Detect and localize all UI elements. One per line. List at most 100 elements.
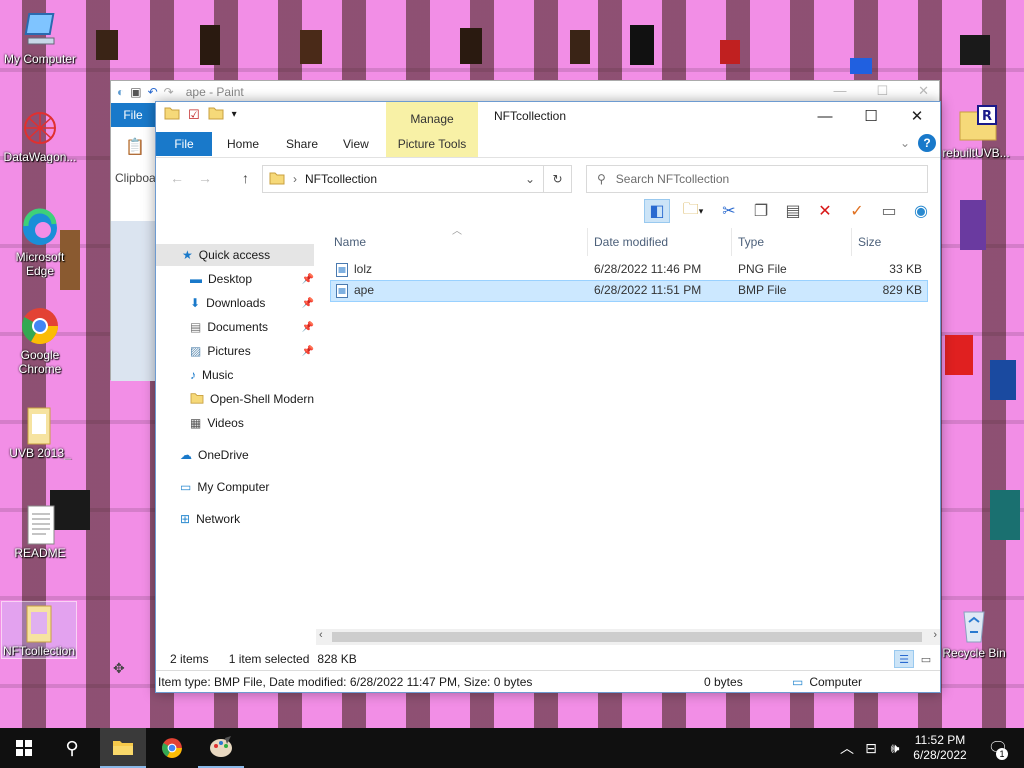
address-dropdown-icon[interactable]: ⌄ — [525, 172, 535, 186]
tab-file[interactable]: File — [156, 132, 212, 156]
help-icon[interactable]: ? — [918, 134, 936, 152]
network-tray-button[interactable]: ⊟ — [860, 728, 882, 768]
pin-icon[interactable]: 📌 — [302, 346, 314, 357]
taskbar-chrome[interactable] — [150, 728, 194, 768]
maximize-button[interactable]: ☐ — [848, 102, 894, 130]
breadcrumb-chevron-icon[interactable]: › — [293, 172, 297, 186]
file-row-lolz[interactable]: lolz 6/28/2022 11:46 PM PNG File 33 KB — [330, 259, 928, 281]
notifications-button[interactable]: 🗨 1 — [978, 728, 1018, 768]
search-button[interactable]: ⚲ — [50, 728, 94, 768]
chevron-up-icon: ︿ — [840, 740, 854, 756]
desktop-icon-datawagon[interactable]: DataWagon... — [0, 108, 80, 164]
close-button[interactable]: ✕ — [894, 102, 940, 130]
minimize-icon[interactable]: — — [833, 83, 846, 99]
file-row-ape[interactable]: ape 6/28/2022 11:51 PM BMP File 829 KB — [330, 280, 928, 302]
desktop-icon-rebuiltuvb[interactable]: R rebuiltUVB... — [936, 104, 1016, 160]
column-header-size[interactable]: Size — [852, 228, 932, 256]
up-arrow-icon[interactable]: ↑ — [242, 170, 249, 186]
scrollbar-thumb[interactable] — [332, 632, 922, 642]
nav-item-quick-access[interactable]: ★ Quick access — [156, 244, 314, 266]
breadcrumb-current[interactable]: NFTcollection — [305, 172, 377, 186]
large-icons-view-icon[interactable]: ▭ — [916, 650, 936, 668]
properties-button[interactable]: ▭ — [876, 199, 902, 223]
redo-icon[interactable]: ↷ — [164, 85, 174, 99]
clock[interactable]: 11:52 PM 6/28/2022 — [908, 728, 972, 768]
pin-icon[interactable]: 📌 — [302, 322, 314, 333]
search-box[interactable]: ⚲ Search NFTcollection — [586, 165, 928, 193]
expand-ribbon-icon[interactable]: ⌄ — [900, 136, 910, 150]
maximize-icon[interactable]: ☐ — [876, 83, 888, 99]
desktop-icon-nftcollection[interactable]: NFTcollection — [1, 601, 77, 659]
back-arrow-icon[interactable]: ← — [170, 170, 184, 186]
desktop-icon-label: Microsoft Edge — [15, 250, 65, 278]
desktop-icon-edge[interactable]: Microsoft Edge — [0, 208, 80, 278]
nav-item-network[interactable]: ⊞ Network — [180, 508, 240, 530]
nav-label: OneDrive — [198, 448, 249, 462]
forward-arrow-icon[interactable]: → — [198, 170, 212, 186]
copy-button[interactable]: ❐ — [748, 199, 774, 223]
tab-home[interactable]: Home — [227, 137, 259, 151]
taskbar-paint[interactable] — [198, 728, 244, 768]
address-bar[interactable]: › NFTcollection ⌄ — [262, 165, 544, 193]
rename-button[interactable]: ✓ — [844, 199, 870, 223]
volume-tray-button[interactable]: 🕪 — [884, 728, 906, 768]
horizontal-scrollbar[interactable]: ‹ › — [316, 629, 940, 645]
nav-item-documents[interactable]: ▤ Documents 📌 — [190, 316, 314, 338]
window-controls: — ☐ ✕ — [802, 102, 940, 130]
explorer-titlebar[interactable]: ☑ ▾ Manage Picture Tools NFTcollection —… — [156, 102, 940, 158]
paint-file-tab[interactable]: File — [111, 103, 155, 127]
minimize-button[interactable]: — — [802, 102, 848, 130]
desktop-icon-readme[interactable]: README — [0, 504, 80, 560]
paint-clipboard-group[interactable]: 📋 Clipboa — [115, 137, 156, 185]
details-info: Item type: BMP File, Date modified: 6/28… — [158, 674, 533, 689]
column-header-date[interactable]: Date modified — [588, 228, 732, 256]
show-hidden-icons-button[interactable]: ︿ — [836, 728, 858, 768]
desktop-icon-recycle-bin[interactable]: Recycle Bin — [934, 604, 1014, 660]
desktop-icon-uvb[interactable]: UVB 2013_ — [0, 404, 80, 460]
new-folder-button[interactable]: 🗀 ▾ — [676, 199, 710, 223]
close-icon[interactable]: ✕ — [918, 83, 929, 99]
cut-button[interactable]: ✂ — [716, 199, 742, 223]
paint-titlebar[interactable]: ◐ ▣ ↶ ↷ ape - Paint — [111, 81, 939, 103]
paint-canvas-area — [111, 221, 155, 381]
scroll-right-icon[interactable]: › — [933, 629, 937, 641]
nav-item-downloads[interactable]: ⬇ Downloads 📌 — [190, 292, 314, 314]
nav-item-open-shell[interactable]: Open-Shell Modern — [190, 388, 314, 410]
taskbar: ⚲ ︿ ⊟ 🕪 11:52 PM 6/28/2022 🗨 1 — [0, 728, 1024, 768]
pin-icon[interactable]: 📌 — [302, 274, 314, 285]
details-bytes: 0 bytes — [704, 674, 743, 689]
network-icon: ⊟ — [865, 739, 877, 756]
qat-dropdown-icon[interactable]: ▾ — [232, 109, 237, 120]
nav-item-music[interactable]: ♪ Music — [190, 364, 233, 386]
preview-pane-button[interactable]: ◧ — [644, 199, 670, 223]
nav-item-pictures[interactable]: ▨ Pictures 📌 — [190, 340, 314, 362]
nav-item-videos[interactable]: ▦ Videos — [190, 412, 244, 434]
shell-button[interactable]: ◉ — [908, 199, 934, 223]
download-arrow-icon: ⬇ — [190, 296, 201, 310]
search-icon: ⚲ — [597, 172, 606, 186]
new-folder-icon[interactable] — [208, 106, 224, 123]
undo-icon[interactable]: ↶ — [148, 85, 158, 99]
tab-share[interactable]: Share — [286, 137, 318, 151]
nav-item-my-computer[interactable]: ▭ My Computer — [180, 476, 269, 498]
properties-icon[interactable]: ☑ — [188, 107, 200, 123]
column-header-type[interactable]: Type — [732, 228, 852, 256]
refresh-button[interactable]: ↻ — [544, 165, 572, 193]
desktop-icon-chrome[interactable]: Google Chrome — [0, 306, 80, 376]
save-icon[interactable]: ▣ — [130, 85, 141, 99]
tab-view[interactable]: View — [343, 137, 369, 151]
delete-button[interactable]: ✕ — [812, 199, 838, 223]
nav-item-desktop[interactable]: ▬ Desktop 📌 — [190, 268, 314, 290]
details-view-icon[interactable]: ☰ — [894, 650, 914, 668]
start-button[interactable] — [0, 728, 48, 768]
desktop-icon-my-computer[interactable]: My Computer — [0, 10, 80, 66]
nav-item-onedrive[interactable]: ☁ OneDrive — [180, 444, 249, 466]
taskbar-file-explorer[interactable] — [100, 728, 146, 768]
explorer-window[interactable]: ☑ ▾ Manage Picture Tools NFTcollection —… — [155, 101, 941, 693]
paste-button[interactable]: ▤ — [780, 199, 806, 223]
search-input[interactable]: Search NFTcollection — [616, 172, 729, 186]
column-header-name[interactable]: Name — [328, 228, 588, 256]
pin-icon[interactable]: 📌 — [302, 298, 314, 309]
scroll-left-icon[interactable]: ‹ — [319, 629, 323, 641]
file-size: 829 KB — [882, 283, 922, 297]
